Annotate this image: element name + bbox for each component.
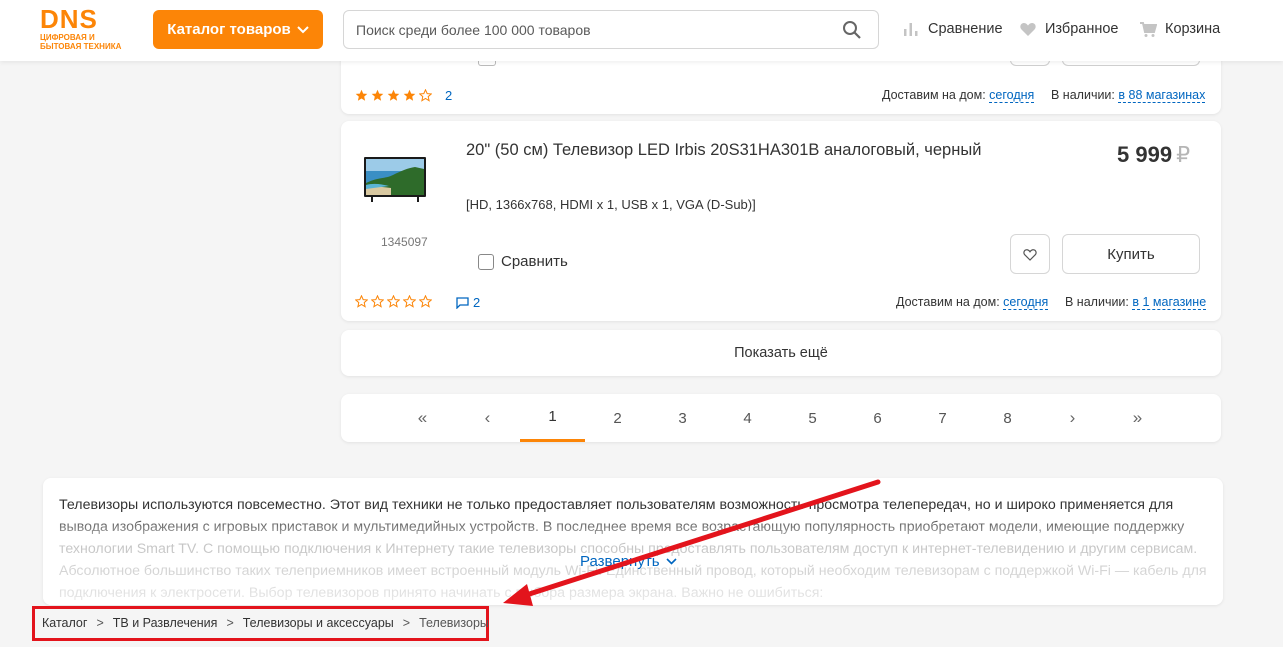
product-price: 5 999 ₽ bbox=[1117, 142, 1190, 168]
star-empty-icon bbox=[387, 295, 400, 308]
delivery-info: Доставим на дом: сегодня bbox=[896, 295, 1049, 310]
availability-label: В наличии: bbox=[1065, 295, 1129, 309]
product-title-link[interactable]: 20" (50 см) Телевизор LED Irbis 20S31HA3… bbox=[466, 141, 981, 160]
rating-count[interactable]: 2 bbox=[445, 88, 452, 103]
favorites-link-label: Избранное bbox=[1045, 21, 1119, 37]
comment-icon bbox=[456, 296, 469, 309]
category-description: Телевизоры используются повсеместно. Это… bbox=[43, 478, 1223, 605]
add-to-favorites-button[interactable] bbox=[1010, 234, 1050, 274]
search-bar bbox=[343, 10, 879, 49]
star-empty-icon bbox=[355, 295, 368, 308]
pagination-prev[interactable]: ‹ bbox=[455, 394, 520, 442]
delivery-label: Доставим на дом: bbox=[882, 88, 986, 102]
pagination-page-1[interactable]: 1 bbox=[520, 394, 585, 442]
pagination-page-4[interactable]: 4 bbox=[715, 394, 780, 442]
cart-link[interactable]: Корзина bbox=[1139, 20, 1220, 38]
product-card: 1345097 20" (50 см) Телевизор LED Irbis … bbox=[341, 121, 1221, 321]
favorites-link[interactable]: Избранное bbox=[1019, 20, 1118, 38]
search-input[interactable] bbox=[344, 11, 824, 48]
site-header: DNS Цифровая и бытовая техника Каталог т… bbox=[0, 0, 1283, 61]
dns-logo[interactable]: DNS Цифровая и бытовая техника bbox=[40, 4, 124, 52]
product-specs: [HD, 1366x768, HDMI x 1, USB x 1, VGA (D… bbox=[466, 197, 756, 212]
compare-icon bbox=[904, 23, 918, 36]
show-more-button[interactable]: Показать ещё bbox=[341, 330, 1221, 376]
pagination-first[interactable]: « bbox=[390, 394, 455, 442]
breadcrumb: Каталог > ТВ и Развлечения > Телевизоры … bbox=[42, 616, 489, 630]
expand-label: Развернуть bbox=[580, 553, 660, 570]
tv-product-image[interactable] bbox=[363, 153, 427, 213]
pagination-last[interactable]: » bbox=[1105, 394, 1170, 442]
breadcrumb-separator: > bbox=[402, 616, 411, 630]
compare-checkbox[interactable]: Сравнить bbox=[478, 253, 568, 270]
star-empty-icon bbox=[419, 89, 432, 102]
star-empty-icon bbox=[371, 295, 384, 308]
price-currency: ₽ bbox=[1176, 142, 1191, 167]
delivery-value-link[interactable]: сегодня bbox=[989, 88, 1035, 103]
pagination-page-7[interactable]: 7 bbox=[910, 394, 975, 442]
checkbox-box[interactable] bbox=[478, 253, 494, 270]
pagination-page-6[interactable]: 6 bbox=[845, 394, 910, 442]
pagination-page-3[interactable]: 3 bbox=[650, 394, 715, 442]
chevron-down-icon bbox=[665, 558, 677, 565]
pagination-page-2[interactable]: 2 bbox=[585, 394, 650, 442]
breadcrumb-item-tv-entertainment[interactable]: ТВ и Развлечения bbox=[113, 616, 218, 630]
pagination: « ‹ › » 12345678 bbox=[341, 394, 1221, 442]
star-filled-icon bbox=[387, 89, 400, 101]
star-filled-icon bbox=[371, 89, 384, 101]
pagination-page-5[interactable]: 5 bbox=[780, 394, 845, 442]
rating-stars bbox=[355, 89, 432, 102]
star-filled-icon bbox=[403, 89, 416, 101]
chevron-down-icon bbox=[297, 25, 309, 33]
cart-link-label: Корзина bbox=[1165, 21, 1221, 37]
product-sku: 1345097 bbox=[381, 235, 428, 249]
rating-stars bbox=[355, 295, 432, 308]
catalog-button[interactable]: Каталог товаров bbox=[153, 10, 323, 49]
breadcrumb-item-tvs: Телевизоры bbox=[419, 616, 489, 630]
pagination-next[interactable]: › bbox=[1040, 394, 1105, 442]
availability-label: В наличии: bbox=[1051, 88, 1115, 102]
catalog-button-label: Каталог товаров bbox=[167, 21, 291, 38]
breadcrumb-separator: > bbox=[96, 616, 104, 630]
cart-icon bbox=[1140, 22, 1157, 37]
availability-info: В наличии: в 88 магазинах bbox=[1051, 88, 1206, 103]
delivery-label: Доставим на дом: bbox=[896, 295, 1000, 309]
compare-link-label: Сравнение bbox=[928, 21, 1003, 37]
pagination-page-8[interactable]: 8 bbox=[975, 394, 1040, 442]
delivery-value-link[interactable]: сегодня bbox=[1003, 295, 1049, 310]
search-icon[interactable] bbox=[842, 20, 862, 40]
star-empty-icon bbox=[403, 295, 416, 308]
breadcrumb-separator: > bbox=[226, 616, 234, 630]
star-filled-icon bbox=[355, 89, 368, 101]
price-value: 5 999 bbox=[1117, 142, 1173, 167]
logo-text: DNS bbox=[40, 4, 98, 34]
availability-value-link[interactable]: в 88 магазинах bbox=[1118, 88, 1206, 103]
heart-outline-icon bbox=[1023, 248, 1037, 261]
availability-info: В наличии: в 1 магазине bbox=[1065, 295, 1207, 310]
compare-link[interactable]: Сравнение bbox=[902, 20, 1003, 38]
star-empty-icon bbox=[419, 295, 432, 308]
heart-icon bbox=[1020, 22, 1036, 36]
delivery-info: Доставим на дом: сегодня bbox=[882, 88, 1035, 103]
buy-button[interactable]: Купить bbox=[1062, 234, 1200, 274]
compare-label: Сравнить bbox=[501, 253, 568, 270]
logo-subtitle: Цифровая и бытовая техника bbox=[40, 33, 122, 51]
reviews-link[interactable]: 2 bbox=[456, 295, 480, 310]
availability-value-link[interactable]: в 1 магазине bbox=[1132, 295, 1207, 310]
expand-button[interactable]: Развернуть bbox=[580, 553, 677, 570]
reviews-count: 2 bbox=[473, 295, 481, 310]
breadcrumb-item-tv-accessories[interactable]: Телевизоры и аксессуары bbox=[243, 616, 394, 630]
breadcrumb-item-catalog[interactable]: Каталог bbox=[42, 616, 87, 630]
